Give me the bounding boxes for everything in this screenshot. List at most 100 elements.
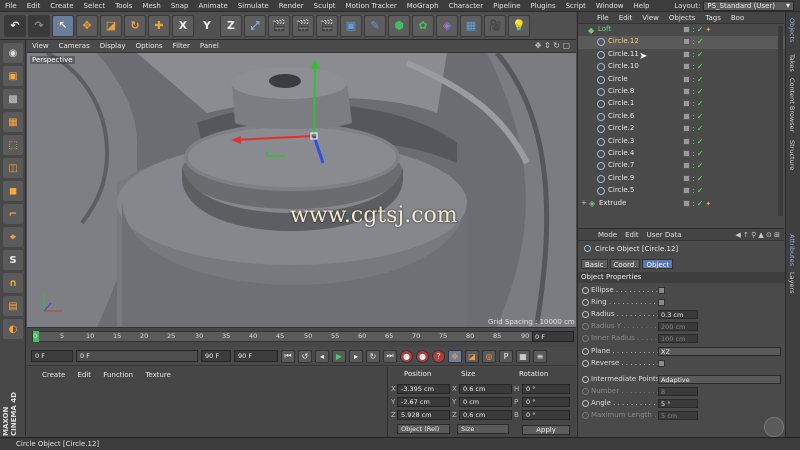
timeline-settings-button[interactable]: ≡ xyxy=(533,349,547,363)
position-y-field[interactable]: -2.67 cm xyxy=(397,397,450,407)
object-manager-scrollbar[interactable] xyxy=(778,26,783,216)
tab-basic[interactable]: Basic xyxy=(581,259,608,269)
enabled-check[interactable]: ✓ xyxy=(697,199,704,208)
object-name[interactable]: Circle.7 xyxy=(608,161,634,169)
keyframe-selection-button[interactable]: ? xyxy=(432,349,445,363)
ellipse-checkbox[interactable] xyxy=(658,287,665,294)
object-row-circle5[interactable]: Circle.5 : ✓ xyxy=(578,185,785,197)
z-axis-lock-button[interactable]: Z xyxy=(220,14,242,37)
cube-button[interactable]: ▣ xyxy=(340,14,362,37)
tab-layers[interactable]: Layers xyxy=(788,272,796,294)
layer-checkbox[interactable] xyxy=(683,100,690,108)
material-menu-create[interactable]: Create xyxy=(37,369,70,381)
tab-attributes[interactable]: Attributes xyxy=(788,234,796,266)
enabled-check[interactable]: ✓ xyxy=(697,63,704,71)
object-name[interactable]: Circle.8 xyxy=(608,87,634,95)
angle-field[interactable]: 5 ° xyxy=(658,399,698,408)
enabled-check[interactable]: ✓ xyxy=(697,26,704,34)
layer-checkbox[interactable] xyxy=(683,75,690,83)
current-frame-field[interactable]: 0 F xyxy=(532,331,574,342)
object-row-circle6[interactable]: Circle.6 : ✓ xyxy=(578,111,785,123)
points-mode-button[interactable]: ⬚ xyxy=(3,135,23,155)
object-row-circle12[interactable]: Circle.12 : ✓ xyxy=(578,36,785,49)
model-mode-button[interactable]: ▣ xyxy=(3,66,23,86)
enabled-check[interactable]: ✓ xyxy=(697,174,704,182)
end-frame-field[interactable]: 90 F xyxy=(234,350,278,362)
object-name[interactable]: Circle.1 xyxy=(608,99,634,107)
menu-edit[interactable]: Edit xyxy=(22,0,46,12)
attr-menu-edit[interactable]: Edit xyxy=(621,231,643,239)
attr-nav-icons[interactable]: ◀ ↑ ⚲ ▲ ⊙ ⊞ xyxy=(735,231,780,239)
position-z-field[interactable]: 5.928 cm xyxy=(397,410,450,420)
animate-dot-icon[interactable] xyxy=(582,376,589,383)
viewport-menu-display[interactable]: Display xyxy=(95,42,131,50)
object-name[interactable]: Circle.11 xyxy=(608,50,639,58)
object-row-circle11[interactable]: Circle.11 : ✓ xyxy=(578,49,785,61)
snap-button[interactable]: S xyxy=(3,250,23,270)
material-manager[interactable]: Create Edit Function Texture xyxy=(27,367,388,437)
scale-tool-button[interactable]: ◪ xyxy=(100,14,122,37)
visibility-dots[interactable]: : xyxy=(692,125,695,133)
enabled-check[interactable]: ✓ xyxy=(697,125,704,133)
coord-size-dropdown[interactable]: Size xyxy=(457,424,509,434)
visibility-dots[interactable]: : xyxy=(692,150,695,158)
undo-button[interactable]: ↶ xyxy=(4,14,26,37)
size-y-field[interactable]: 0 cm xyxy=(459,397,512,407)
recent-tools-button[interactable]: ✚ xyxy=(148,14,170,37)
rotation-b-field[interactable]: 0 ° xyxy=(522,410,570,420)
tab-content-browser[interactable]: Content Browser xyxy=(788,78,796,132)
menu-motion-tracker[interactable]: Motion Tracker xyxy=(341,0,402,12)
object-row-extrude[interactable]: + ◈ Extrude : ✓ ✦ xyxy=(578,198,785,210)
phong-tag-icon[interactable]: ✦ xyxy=(705,26,711,34)
point-level-button[interactable]: ▦ xyxy=(516,349,530,363)
render-view-button[interactable]: 🎬 xyxy=(268,14,290,37)
parameter-key-button[interactable]: P xyxy=(499,349,513,363)
viewport-menu-filter[interactable]: Filter xyxy=(168,42,195,50)
object-name[interactable]: Circle.4 xyxy=(608,149,634,157)
menu-sculpt[interactable]: Sculpt xyxy=(309,0,341,12)
tab-takes[interactable]: Takes xyxy=(788,54,796,72)
visibility-dots[interactable]: : xyxy=(692,174,695,182)
menu-render[interactable]: Render xyxy=(274,0,309,12)
video-play-overlay-icon[interactable] xyxy=(764,417,784,437)
viewport-menu-view[interactable]: View xyxy=(27,42,54,50)
layer-checkbox[interactable] xyxy=(683,38,690,46)
polygons-mode-button[interactable]: ◼ xyxy=(3,181,23,201)
menu-mesh[interactable]: Mesh xyxy=(137,0,165,12)
object-row-circle2[interactable]: Circle.2 : ✓ xyxy=(578,123,785,135)
perspective-viewport[interactable] xyxy=(27,53,576,327)
object-row-circle8[interactable]: Circle.8 : ✓ xyxy=(578,86,785,98)
planar-workplane-button[interactable]: ◐ xyxy=(3,319,23,339)
axis-mode-button[interactable]: ⌐ xyxy=(3,204,23,224)
layer-checkbox[interactable] xyxy=(683,50,690,58)
tab-objects[interactable]: Objects xyxy=(788,18,796,43)
object-name[interactable]: Circle.9 xyxy=(608,174,634,182)
layer-checkbox[interactable] xyxy=(683,187,690,195)
menu-file[interactable]: File xyxy=(0,0,22,12)
attr-menu-mode[interactable]: Mode xyxy=(594,231,621,239)
apply-button[interactable]: Apply xyxy=(522,425,570,435)
deformer-button[interactable]: ◈ xyxy=(436,14,458,37)
visibility-dots[interactable]: : xyxy=(692,75,695,83)
layer-checkbox[interactable] xyxy=(683,88,690,95)
menu-window[interactable]: Window xyxy=(591,0,629,12)
enabled-check[interactable]: ✓ xyxy=(697,50,704,58)
next-frame-button[interactable]: ▸ xyxy=(349,349,363,363)
layer-checkbox[interactable] xyxy=(683,199,690,207)
visibility-dots[interactable]: : xyxy=(692,63,695,71)
edges-mode-button[interactable]: ◫ xyxy=(3,158,23,178)
ring-checkbox[interactable] xyxy=(658,299,665,306)
viewport-menu-panel[interactable]: Panel xyxy=(195,42,224,50)
plane-dropdown[interactable]: XZ xyxy=(658,347,781,356)
material-menu-edit[interactable]: Edit xyxy=(73,369,97,381)
animate-dot-icon[interactable] xyxy=(582,360,589,367)
tab-object[interactable]: Object xyxy=(642,259,674,269)
position-x-field[interactable]: -3.395 cm xyxy=(397,384,450,394)
layout-dropdown[interactable]: PS_Standard (User) xyxy=(703,1,794,11)
position-key-button[interactable]: ✥ xyxy=(448,349,462,363)
timeline-ruler[interactable]: 0 5 10 15 20 25 30 35 40 45 50 55 60 65 … xyxy=(27,327,576,347)
object-name[interactable]: Circle.2 xyxy=(608,124,634,132)
menu-pipeline[interactable]: Pipeline xyxy=(488,0,525,12)
viewport-menu-options[interactable]: Options xyxy=(131,42,168,50)
object-row-loft[interactable]: ◆ Loft : ✓ ✦ xyxy=(578,24,785,36)
